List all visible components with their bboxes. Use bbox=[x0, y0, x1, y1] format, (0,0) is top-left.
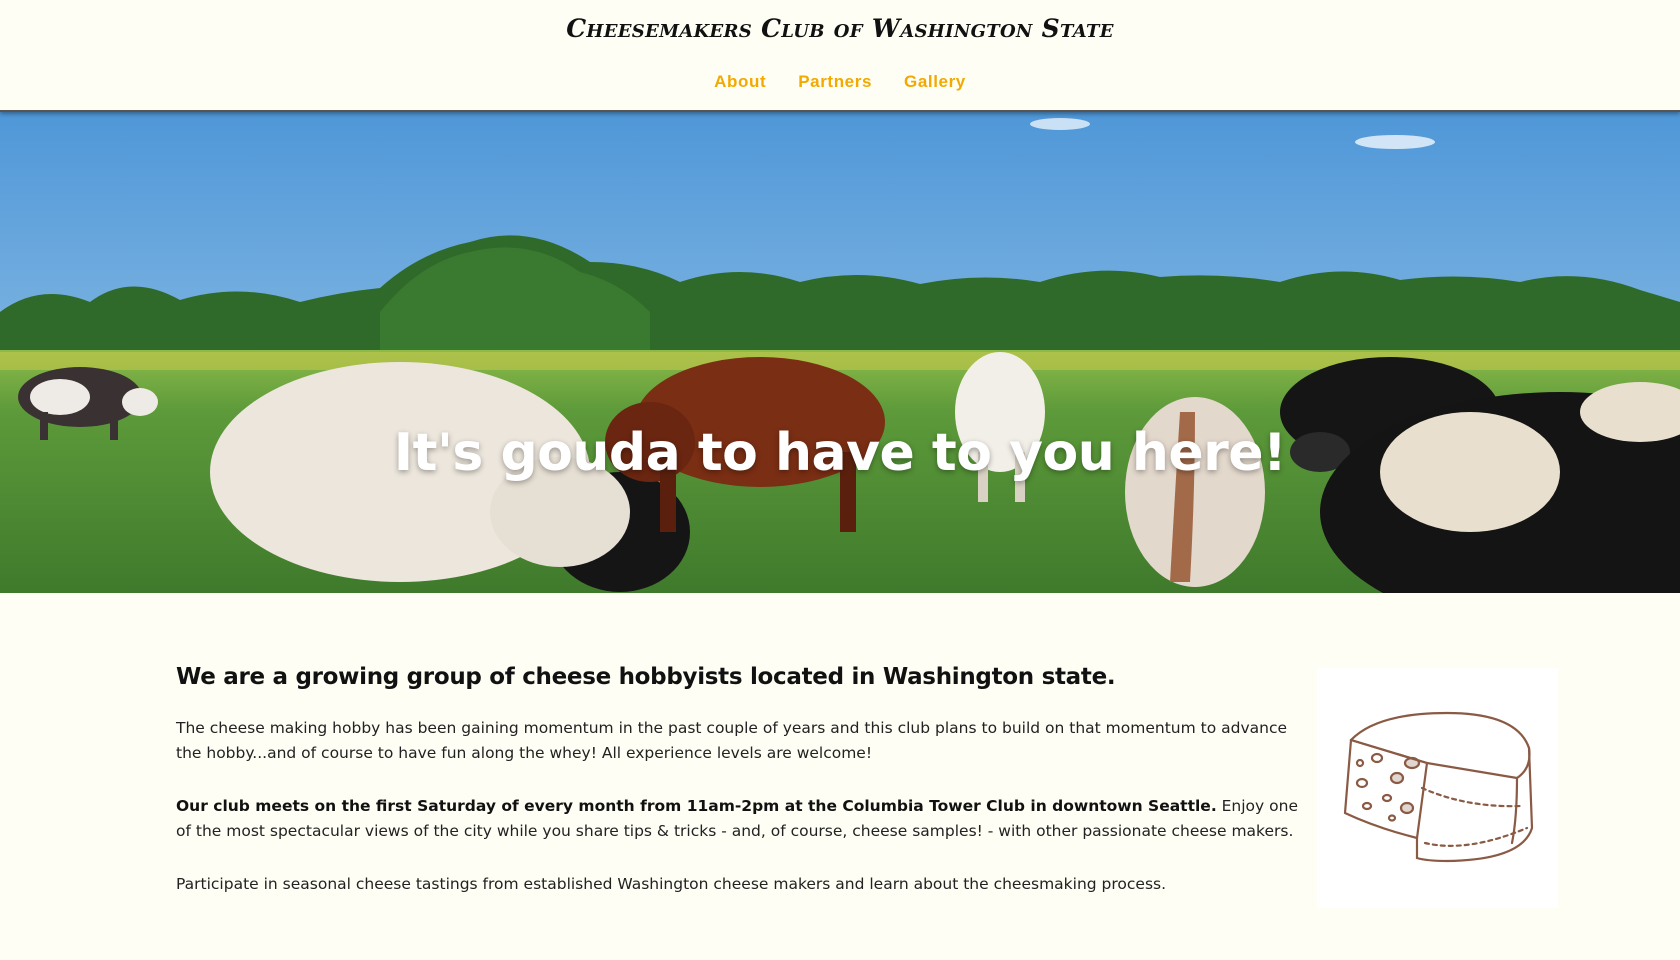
nav-link-about[interactable]: About bbox=[714, 72, 766, 92]
meeting-info-bold: Our club meets on the first Saturday of … bbox=[176, 797, 1217, 815]
hero-title: It's gouda to have to you here! bbox=[393, 423, 1287, 483]
cheese-wheel-icon bbox=[1343, 711, 1534, 863]
site-header: Cheesemakers Club of Washington State Ab… bbox=[0, 0, 1680, 112]
intro-paragraph-3: Participate in seasonal cheese tastings … bbox=[176, 875, 1167, 893]
cheese-illustration-card bbox=[1317, 668, 1558, 908]
nav-link-partners[interactable]: Partners bbox=[798, 72, 872, 92]
hero-image-cows-pasture bbox=[0, 112, 1680, 593]
intro-paragraph-2: Our club meets on the first Saturday of … bbox=[176, 794, 1316, 844]
intro-section: We are a growing group of cheese hobbyis… bbox=[176, 664, 1316, 925]
intro-paragraph-1: The cheese making hobby has been gaining… bbox=[176, 719, 1288, 762]
main-nav: About Partners Gallery bbox=[0, 72, 1680, 92]
hero-banner: It's gouda to have to you here! bbox=[0, 112, 1680, 593]
site-title[interactable]: Cheesemakers Club of Washington State bbox=[0, 14, 1680, 43]
nav-link-gallery[interactable]: Gallery bbox=[904, 72, 966, 92]
intro-heading: We are a growing group of cheese hobbyis… bbox=[176, 664, 1116, 690]
